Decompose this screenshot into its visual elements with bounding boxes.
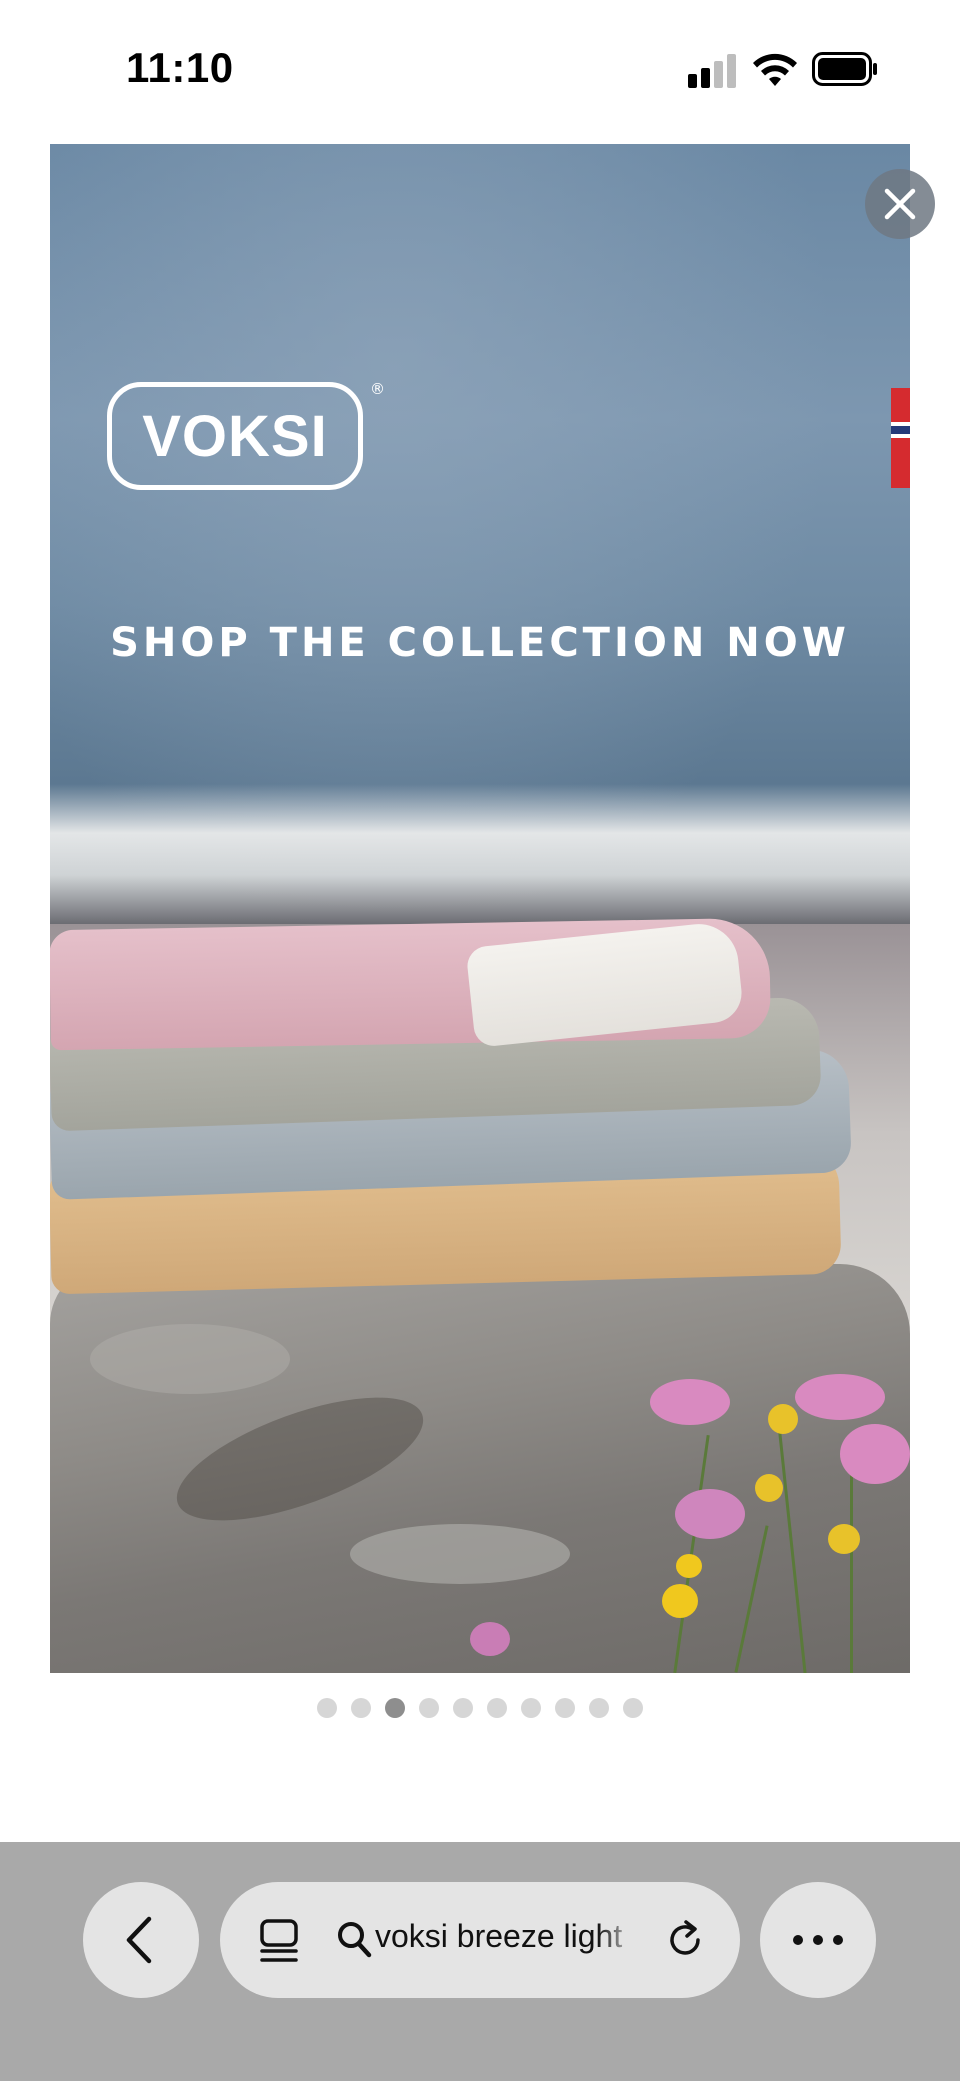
carousel-dot[interactable] (317, 1698, 337, 1718)
carousel-dot[interactable] (351, 1698, 371, 1718)
back-button[interactable] (83, 1882, 199, 1998)
rock (50, 1264, 910, 1673)
close-icon (884, 188, 916, 220)
carousel-dot[interactable] (419, 1698, 439, 1718)
close-button[interactable] (865, 169, 935, 239)
registered-mark: ® (370, 380, 385, 398)
brand-logo-text: VOKSI (142, 403, 328, 469)
wave-foam (50, 784, 910, 924)
carousel-dot[interactable] (521, 1698, 541, 1718)
carousel-dot[interactable] (623, 1698, 643, 1718)
carousel-dot[interactable] (385, 1698, 405, 1718)
ad-headline: SHOP THE COLLECTION NOW (110, 620, 850, 666)
norway-flag-icon (891, 388, 910, 488)
ellipsis-icon (793, 1935, 843, 1945)
search-icon (338, 1922, 372, 1958)
address-bar[interactable]: voksi breeze light (220, 1882, 740, 1998)
carousel-dot[interactable] (453, 1698, 473, 1718)
ad-image[interactable]: VOKSI ® SHOP THE COLLECTION NOW (50, 144, 910, 1673)
cellular-signal-icon (688, 52, 738, 88)
status-time: 11:10 (126, 44, 234, 91)
wifi-icon (753, 53, 797, 86)
address-text[interactable]: voksi breeze light (375, 1918, 637, 1955)
tab-overview-icon[interactable] (258, 1918, 302, 1964)
brand-logo: VOKSI (107, 382, 363, 490)
more-options-button[interactable] (760, 1882, 876, 1998)
battery-icon (812, 52, 877, 86)
carousel-dot[interactable] (487, 1698, 507, 1718)
chevron-left-icon (126, 1916, 152, 1964)
reload-icon[interactable] (664, 1918, 708, 1962)
carousel-dot[interactable] (589, 1698, 609, 1718)
carousel-page-indicator[interactable] (0, 1698, 960, 1720)
status-bar: 11:10 (0, 0, 960, 140)
carousel-dot[interactable] (555, 1698, 575, 1718)
